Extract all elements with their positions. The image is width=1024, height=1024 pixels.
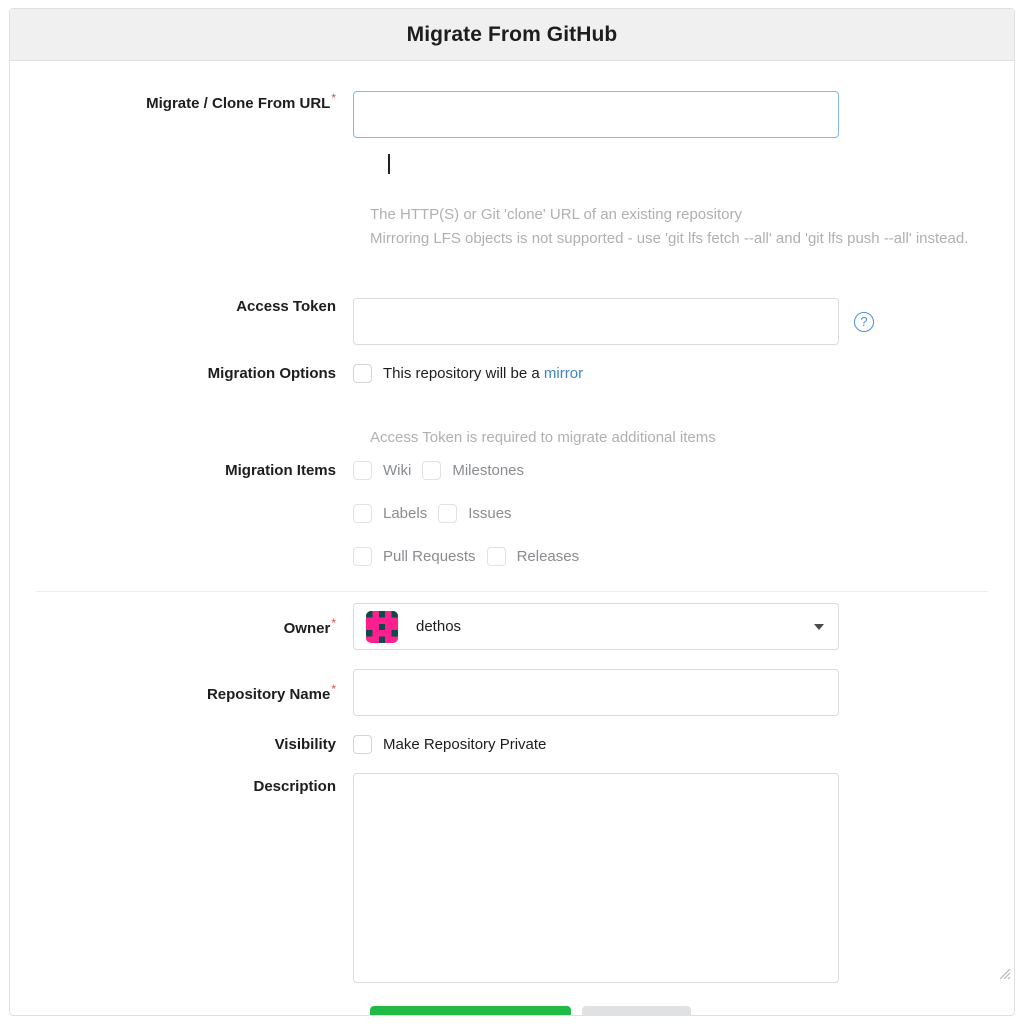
milestones-checkbox[interactable] — [422, 461, 441, 480]
cancel-button[interactable]: Cancel — [582, 1006, 691, 1016]
owner-select[interactable]: dethos — [353, 603, 839, 650]
text-cursor — [388, 154, 390, 174]
migration-options-label: Migration Options — [10, 365, 353, 382]
access-token-input[interactable] — [353, 298, 839, 345]
field-owner: Owner* — [10, 603, 1014, 650]
wiki-checkbox[interactable] — [353, 461, 372, 480]
migration-items-control: Wiki Milestones Labels Issues Pull Reque… — [353, 461, 1014, 566]
repository-name-label: Repository Name* — [10, 682, 353, 703]
mirror-checkbox-row[interactable]: This repository will be a mirror — [353, 364, 1014, 383]
labels-checkbox-label: Labels — [383, 505, 427, 522]
field-description: Description — [10, 773, 1014, 983]
releases-checkbox-label: Releases — [517, 548, 580, 565]
field-migration-items: Migration Items Wiki Milestones Labels I… — [10, 461, 1014, 566]
repository-name-control — [353, 669, 1014, 716]
migration-items-row-1: Wiki Milestones — [353, 461, 1014, 480]
pull-requests-checkbox-label: Pull Requests — [383, 548, 476, 565]
migrate-repository-button[interactable]: Migrate Repository — [370, 1006, 571, 1016]
description-label: Description — [10, 773, 353, 795]
field-access-token: Access Token ? — [10, 298, 1014, 345]
mirror-checkbox-label: This repository will be a mirror — [383, 365, 583, 382]
labels-checkbox[interactable] — [353, 504, 372, 523]
migrate-from-github-card: Migrate From GitHub Migrate / Clone From… — [9, 8, 1015, 1016]
releases-checkbox[interactable] — [487, 547, 506, 566]
wiki-checkbox-label: Wiki — [383, 462, 411, 479]
card-header: Migrate From GitHub — [10, 9, 1014, 61]
resize-handle-icon[interactable] — [997, 966, 1011, 980]
page-title: Migrate From GitHub — [407, 23, 618, 47]
pull-requests-checkbox[interactable] — [353, 547, 372, 566]
make-private-checkbox-label: Make Repository Private — [383, 736, 546, 753]
access-token-control: ? — [353, 298, 1014, 345]
migrate-clone-url-control — [353, 91, 1014, 138]
migrate-clone-url-help: The HTTP(S) or Git 'clone' URL of an exi… — [370, 203, 1015, 251]
required-asterisk: * — [331, 682, 336, 696]
owner-label: Owner* — [10, 616, 353, 637]
migration-items-label: Migration Items — [10, 461, 353, 479]
access-token-label: Access Token — [10, 298, 353, 315]
field-migration-options: Migration Options This repository will b… — [10, 364, 1014, 383]
mirror-checkbox[interactable] — [353, 364, 372, 383]
milestones-checkbox-label: Milestones — [452, 462, 524, 479]
card-body: Migrate / Clone From URL* The HTTP(S) or… — [10, 61, 1014, 1016]
identicon-svg — [366, 611, 398, 643]
url-help-line-1: The HTTP(S) or Git 'clone' URL of an exi… — [370, 203, 1015, 227]
visibility-checkbox-row[interactable]: Make Repository Private — [353, 735, 1014, 754]
migrate-clone-url-input[interactable] — [353, 91, 839, 138]
issues-checkbox[interactable] — [438, 504, 457, 523]
access-token-required-note: Access Token is required to migrate addi… — [370, 426, 1015, 450]
required-asterisk: * — [331, 91, 336, 105]
form-actions: Migrate Repository Cancel — [370, 1006, 691, 1016]
user-identicon-avatar — [366, 611, 398, 643]
visibility-label: Visibility — [10, 736, 353, 753]
issues-checkbox-label: Issues — [468, 505, 511, 522]
repository-name-input[interactable] — [353, 669, 839, 716]
migration-items-row-2: Labels Issues — [353, 504, 1014, 523]
field-repository-name: Repository Name* — [10, 669, 1014, 716]
field-visibility: Visibility Make Repository Private — [10, 735, 1014, 754]
field-migrate-clone-url: Migrate / Clone From URL* — [10, 91, 1014, 138]
owner-control: dethos — [353, 603, 1014, 650]
chevron-down-icon[interactable] — [814, 624, 824, 630]
migration-items-row-3: Pull Requests Releases — [353, 547, 1014, 566]
description-textarea[interactable] — [353, 773, 839, 983]
required-asterisk: * — [331, 616, 336, 630]
section-divider — [36, 591, 988, 592]
url-help-line-2: Mirroring LFS objects is not supported -… — [370, 227, 1015, 251]
mirror-link[interactable]: mirror — [544, 365, 583, 382]
description-control — [353, 773, 1014, 983]
migrate-clone-url-label: Migrate / Clone From URL* — [10, 91, 353, 112]
make-private-checkbox[interactable] — [353, 735, 372, 754]
question-circle-icon[interactable]: ? — [854, 312, 874, 332]
owner-selected-value: dethos — [416, 618, 461, 635]
